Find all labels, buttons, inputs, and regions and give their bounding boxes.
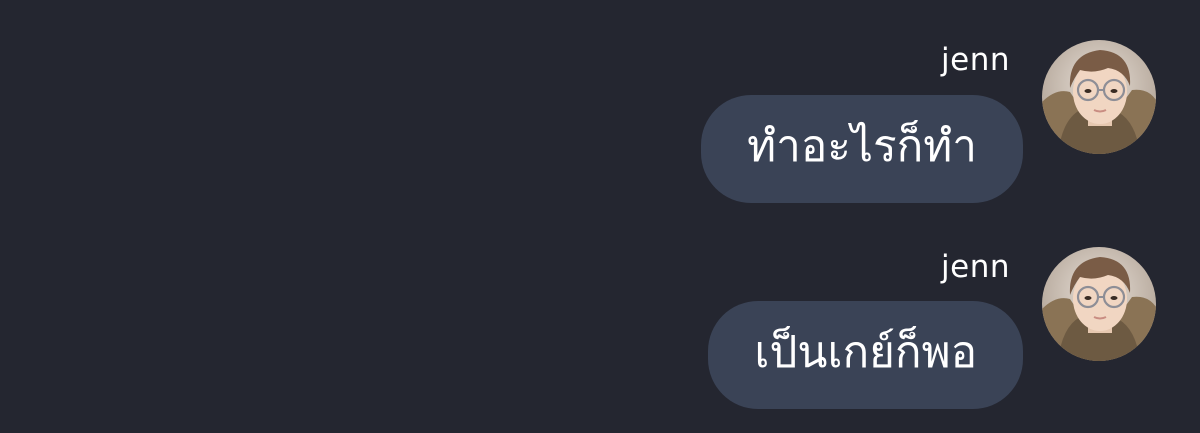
chat-thread: jenn ทำอะไรก็ทำ jenn เป็นเกย์ก็พอ (0, 0, 1200, 433)
message-bubble[interactable]: ทำอะไรก็ทำ (701, 95, 1023, 203)
sender-name: jenn (941, 249, 1010, 285)
avatar[interactable] (1042, 247, 1156, 361)
avatar[interactable] (1042, 40, 1156, 154)
sender-name: jenn (941, 42, 1010, 78)
message-text: ทำอะไรก็ทำ (747, 121, 977, 172)
user-photo-avatar-icon (1042, 247, 1156, 361)
message-row: jenn เป็นเกย์ก็พอ (0, 207, 1200, 409)
message-text: เป็นเกย์ก็พอ (754, 327, 977, 378)
message-bubble[interactable]: เป็นเกย์ก็พอ (708, 301, 1023, 409)
user-photo-avatar-icon (1042, 40, 1156, 154)
message-row: jenn ทำอะไรก็ทำ (0, 0, 1200, 203)
